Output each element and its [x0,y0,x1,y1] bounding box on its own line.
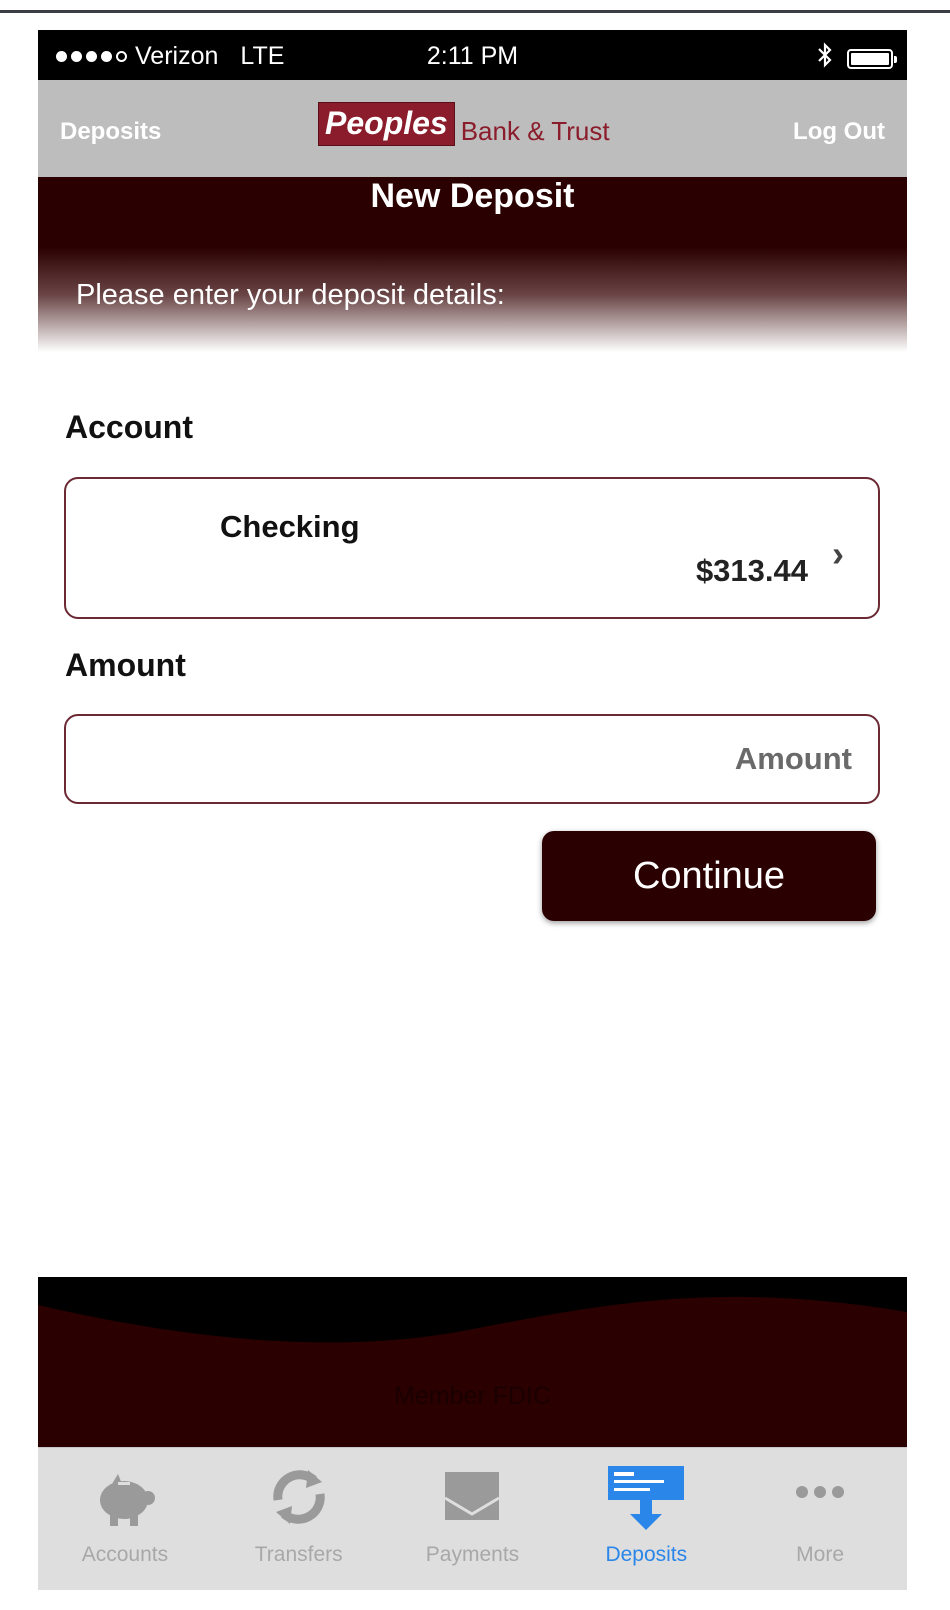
bluetooth-icon [817,42,833,75]
window-top-border [0,10,950,13]
account-selector[interactable]: Checking $313.44 › [64,477,880,619]
status-bar: Verizon LTE 2:11 PM [38,30,907,80]
deposit-form: Account Checking $313.44 › Amount Contin… [38,357,907,1277]
chevron-right-icon: › [832,533,844,574]
tab-deposits-label: Deposits [605,1543,688,1566]
amount-input[interactable] [64,714,880,804]
peoples-bank-logo: Peoples Bank & Trust [318,102,610,146]
more-dots-icon [796,1486,845,1498]
tab-transfers-label: Transfers [254,1543,343,1566]
phone-screen: Verizon LTE 2:11 PM Deposits Peoples Ban… [38,30,907,1590]
log-out-button[interactable]: Log Out [793,118,885,146]
tab-accounts-label: Accounts [81,1543,169,1566]
piggy-bank-icon [99,1474,155,1526]
footer: Member FDIC [38,1260,907,1447]
check-deposit-icon [608,1466,685,1530]
transfer-arrows-icon [272,1470,325,1524]
account-balance: $313.44 [695,553,808,588]
member-fdic-text: Member FDIC [394,1382,551,1410]
tab-more-label: More [796,1543,845,1566]
tab-bar: Accounts Transfers Payments Deposits Mor… [38,1447,907,1590]
tab-transfers[interactable]: Transfers [212,1448,386,1590]
footer-wave-shape [38,1296,907,1447]
page-title: New Deposit [370,177,575,215]
page-header: New Deposit Please enter your deposit de… [38,177,907,357]
logo-sub-text: Bank & Trust [460,116,610,146]
status-time: 2:11 PM [426,42,519,70]
account-label: Account [65,409,193,445]
status-right [817,42,897,75]
battery-icon [847,48,897,69]
tab-payments-label: Payments [425,1543,520,1566]
tab-payments[interactable]: Payments [386,1448,560,1590]
logo-main-text: Peoples [318,102,455,146]
envelope-icon [444,1472,501,1520]
page-subtitle: Please enter your deposit details: [76,279,505,311]
nav-deposits-link[interactable]: Deposits [60,118,161,146]
account-name: Checking [220,509,360,544]
tab-deposits[interactable]: Deposits [559,1448,733,1590]
navigation-bar: Deposits Peoples Bank & Trust Log Out [38,80,907,177]
tab-more[interactable]: More [733,1448,907,1590]
continue-button[interactable]: Continue [542,831,876,921]
amount-label: Amount [65,647,186,683]
tab-accounts[interactable]: Accounts [38,1448,212,1590]
